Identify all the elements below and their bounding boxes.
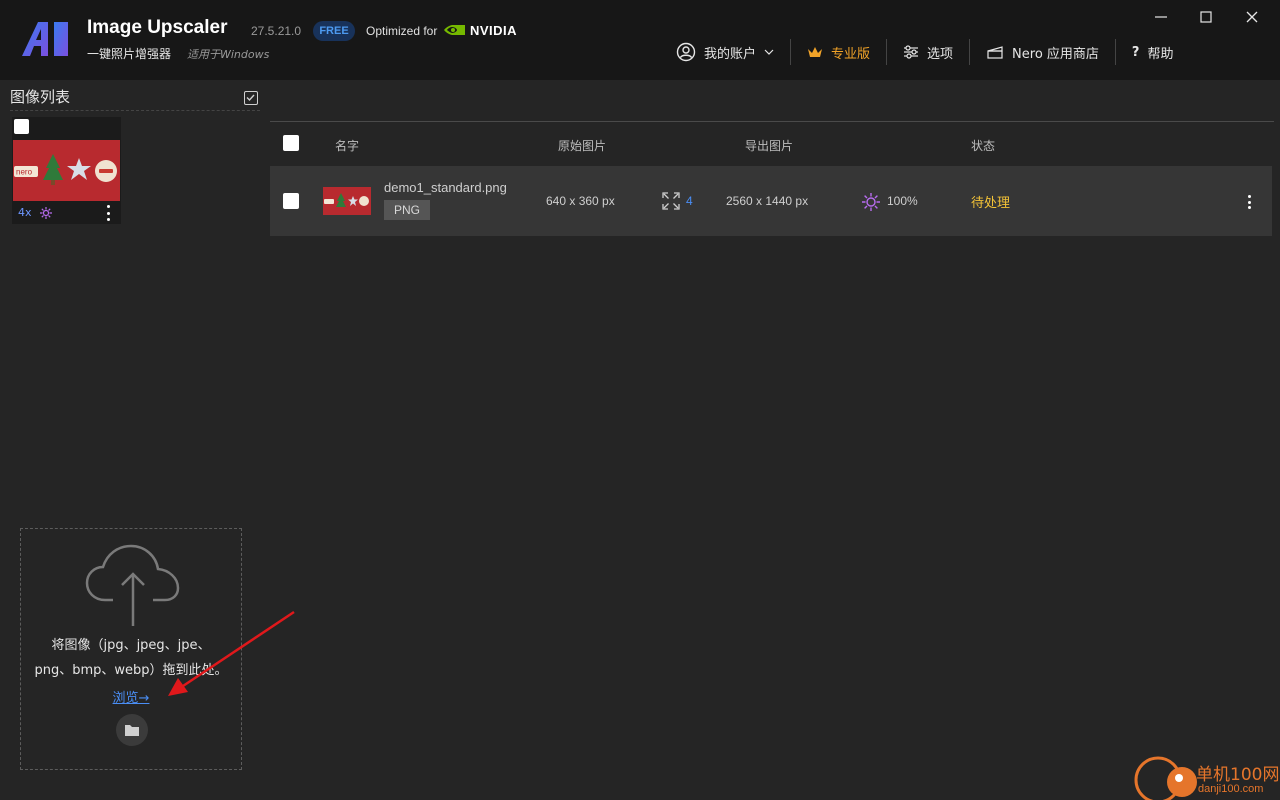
- crown-icon: [808, 47, 823, 57]
- minimize-icon: [1155, 16, 1167, 18]
- row-checkbox[interactable]: [283, 193, 299, 209]
- pro-version-button[interactable]: 专业版: [791, 38, 886, 66]
- column-header-output: 导出图片: [745, 139, 794, 153]
- enhance-icon: [40, 207, 52, 219]
- thumbnail-checkbox[interactable]: [14, 119, 29, 134]
- format-badge: PNG: [384, 200, 430, 220]
- row-scale-factor[interactable]: 4: [686, 194, 693, 208]
- thumbnail-more-button[interactable]: [105, 205, 111, 221]
- account-label: 我的账户: [704, 46, 757, 62]
- top-nav: 我的账户 专业版 选项 Nero 应用商店 ? 帮助: [660, 38, 1189, 66]
- row-filename: demo1_standard.png: [384, 180, 507, 195]
- annotation-arrow: [168, 610, 295, 696]
- close-button[interactable]: [1239, 6, 1265, 28]
- store-label: Nero 应用商店: [1012, 46, 1099, 62]
- title-bar: Image Upscaler 27.5.21.0 FREE Optimized …: [0, 0, 1280, 80]
- free-badge: FREE: [313, 21, 355, 41]
- store-button[interactable]: Nero 应用商店: [970, 38, 1115, 66]
- folder-icon: [125, 725, 139, 736]
- row-original-size: 640 x 360 px: [546, 194, 615, 208]
- store-icon: [987, 46, 1003, 59]
- table-row[interactable]: demo1_standard.png PNG 640 x 360 px 4 25…: [270, 166, 1272, 236]
- app-logo: [22, 22, 68, 56]
- nvidia-logo: NVIDIA: [444, 20, 517, 40]
- options-label: 选项: [927, 46, 954, 62]
- enhance-icon[interactable]: [861, 192, 881, 212]
- thumbnail-card[interactable]: nero 4x: [12, 117, 121, 224]
- minimize-button[interactable]: [1148, 6, 1174, 28]
- expand-icon[interactable]: [662, 192, 680, 210]
- app-title: Image Upscaler: [87, 17, 228, 38]
- column-header-original: 原始图片: [558, 139, 607, 153]
- pro-label: 专业版: [831, 46, 871, 62]
- sliders-icon: [904, 45, 919, 59]
- thumbnail-logo-text: nero: [16, 168, 33, 177]
- help-label: 帮助: [1147, 46, 1174, 62]
- thumbnail-image: nero: [13, 140, 120, 201]
- row-quality: 100%: [887, 194, 918, 208]
- close-icon: [1246, 11, 1258, 23]
- sidebar-divider: [10, 110, 260, 111]
- maximize-button[interactable]: [1193, 6, 1219, 28]
- image-list-title: 图像列表: [10, 88, 71, 106]
- nvidia-eye-icon: [444, 25, 465, 35]
- list-top-divider: [270, 121, 1274, 122]
- select-all-toggle[interactable]: [244, 91, 258, 105]
- column-header-name: 名字: [335, 139, 360, 153]
- thumbnail-scale: 4x: [18, 206, 32, 219]
- row-more-button[interactable]: [1246, 195, 1252, 209]
- watermark-url: danji100.com: [1198, 783, 1264, 795]
- watermark-text: 单机100网: [1196, 765, 1280, 785]
- row-thumbnail: [323, 187, 371, 215]
- app-subtitle-note: 适用于Windows: [187, 48, 270, 61]
- chevron-down-icon: [764, 49, 774, 55]
- open-folder-button[interactable]: [116, 714, 148, 746]
- options-button[interactable]: 选项: [887, 38, 969, 66]
- row-status: 待处理: [971, 196, 1011, 211]
- select-all-checkbox[interactable]: [283, 135, 299, 151]
- maximize-icon: [1200, 11, 1212, 23]
- question-icon: ?: [1131, 44, 1140, 60]
- column-header-status: 状态: [971, 139, 996, 153]
- help-button[interactable]: ? 帮助: [1116, 38, 1190, 66]
- row-output-size: 2560 x 1440 px: [726, 194, 809, 208]
- user-icon: [676, 42, 696, 62]
- account-menu[interactable]: 我的账户: [660, 38, 790, 66]
- optimized-label: Optimized for: [366, 24, 438, 38]
- check-icon: [246, 94, 255, 102]
- app-version: 27.5.21.0: [251, 24, 302, 38]
- nvidia-label: NVIDIA: [470, 22, 518, 38]
- app-subtitle: 一键照片增强器: [87, 47, 172, 61]
